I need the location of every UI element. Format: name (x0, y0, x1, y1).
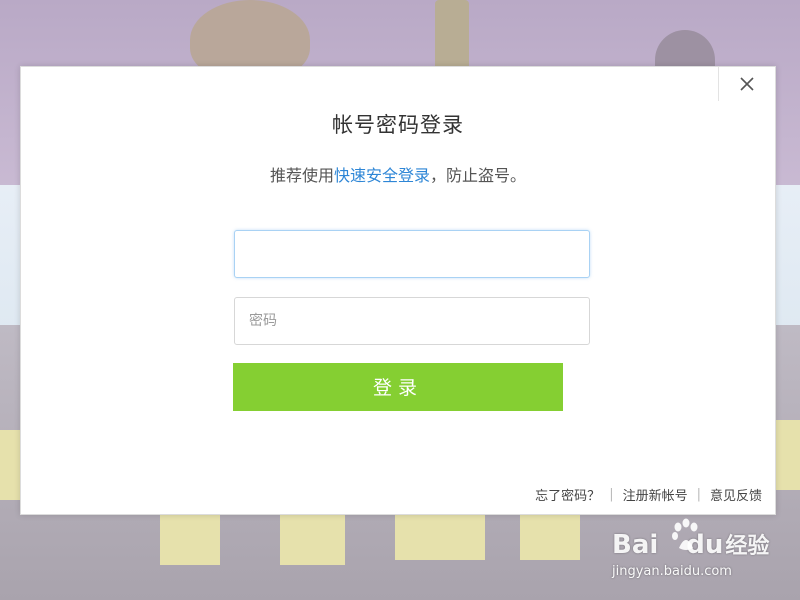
login-button[interactable]: 登录 (233, 363, 563, 411)
footer-links: 忘了密码？ | 注册新帐号 | 意见反馈 (535, 485, 762, 504)
baidu-paw-icon (672, 518, 698, 550)
feedback-link[interactable]: 意见反馈 (710, 485, 762, 504)
subtitle-suffix: ，防止盗号。 (430, 166, 527, 185)
subtitle-prefix: 推荐使用 (269, 166, 334, 185)
password-input[interactable] (234, 297, 590, 345)
separator: | (696, 487, 701, 502)
background-stripe (280, 515, 345, 565)
close-icon (740, 77, 754, 91)
separator: | (609, 487, 614, 502)
baidu-jingyan-watermark: Bai du经验 jingyan.baidu.com (612, 518, 792, 588)
dialog-subtitle: 推荐使用快速安全登录，防止盗号。 (21, 162, 775, 186)
background-sword (435, 0, 469, 70)
background-stripe (160, 515, 220, 565)
background-stripe (395, 515, 485, 560)
close-button[interactable] (718, 67, 775, 101)
register-link[interactable]: 注册新帐号 (623, 485, 688, 504)
watermark-url: jingyan.baidu.com (612, 564, 732, 579)
account-input[interactable] (234, 230, 590, 278)
quick-secure-login-link[interactable]: 快速安全登录 (334, 166, 430, 185)
watermark-brand-part1: Bai (612, 530, 659, 560)
background-stripe (776, 420, 800, 490)
background-stripe (520, 515, 580, 560)
background-stripe (0, 430, 22, 500)
watermark-brand-cn: 经验 (725, 534, 770, 559)
screen: 帐号密码登录 推荐使用快速安全登录，防止盗号。 登录 忘了密码？ | 注册新帐号… (0, 0, 800, 600)
login-dialog: 帐号密码登录 推荐使用快速安全登录，防止盗号。 登录 忘了密码？ | 注册新帐号… (20, 66, 776, 515)
forgot-password-link[interactable]: 忘了密码？ (535, 485, 600, 504)
dialog-title: 帐号密码登录 (332, 113, 464, 137)
